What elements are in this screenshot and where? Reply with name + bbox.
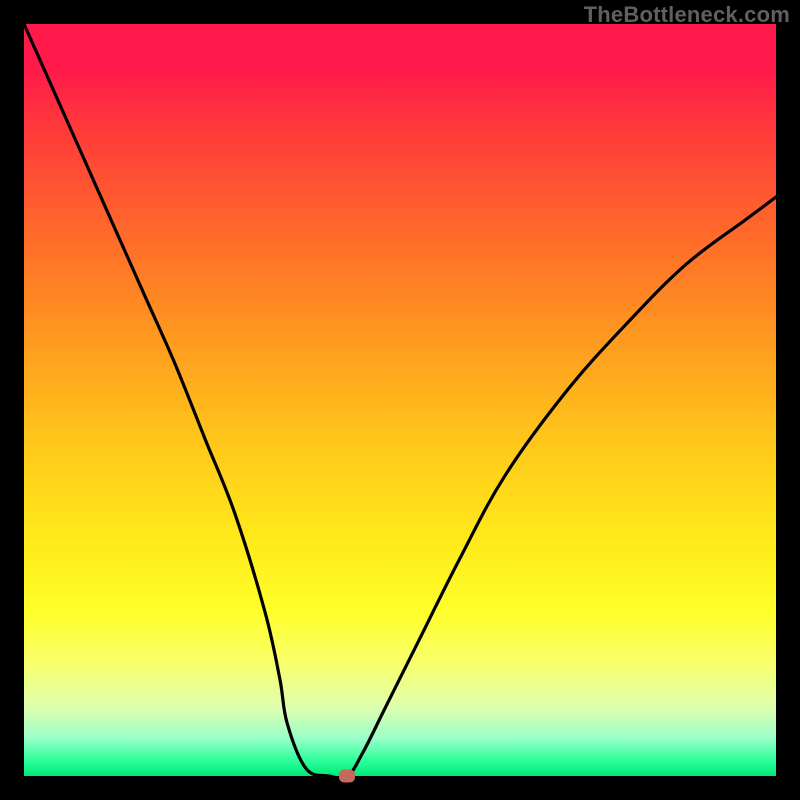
minimum-marker (339, 770, 355, 783)
chart-frame: TheBottleneck.com (0, 0, 800, 800)
bottleneck-curve-path (24, 24, 776, 778)
plot-area (24, 24, 776, 776)
curve-svg (24, 24, 776, 776)
watermark-text: TheBottleneck.com (584, 2, 790, 28)
